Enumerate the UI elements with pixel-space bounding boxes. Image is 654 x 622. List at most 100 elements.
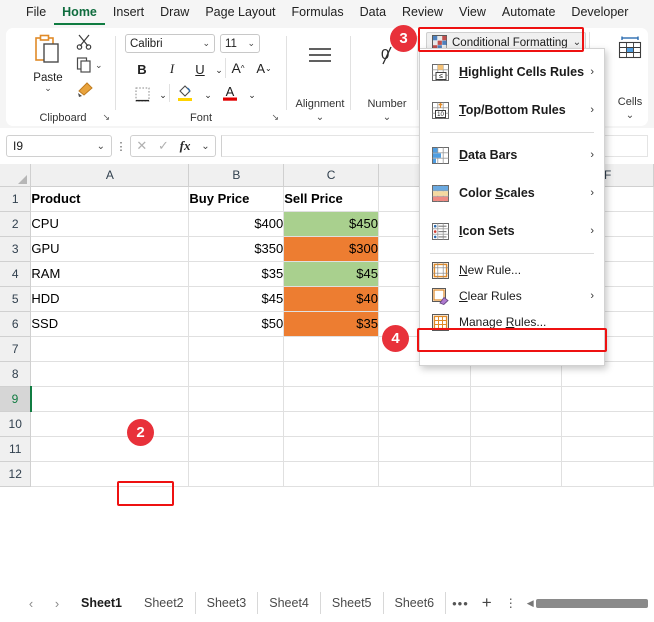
cf-menu-item-top-bottom-rules[interactable]: 10 Top/Bottom Rules › [420,91,604,129]
cell-B2[interactable]: $400 [188,211,285,237]
sheet-options-kebab-icon[interactable]: ⋮ [499,596,523,610]
font-dialog-launcher[interactable]: ↘ [271,112,279,123]
paste-chevron-down-icon[interactable]: ⌄ [26,84,70,93]
add-sheet-button[interactable]: + [475,594,499,611]
cell-D10[interactable] [378,411,471,437]
row-header-1[interactable]: 1 [0,186,32,212]
cell-A1[interactable]: Product [30,186,190,212]
row-header-12[interactable]: 12 [0,461,32,487]
formula-bar-kebab-icon[interactable]: ⋮ [112,140,130,153]
sheet-tab-sheet1[interactable]: Sheet1 [70,592,133,614]
row-header-4[interactable]: 4 [0,261,32,287]
cell-F9[interactable] [561,386,654,412]
cell-E10[interactable] [470,411,563,437]
column-header-A[interactable]: A [30,164,190,187]
cf-menu-item-new-rule[interactable]: New Rule... [420,257,604,283]
cell-C2[interactable]: $450 [283,211,379,237]
cell-B10[interactable] [188,411,285,437]
row-header-11[interactable]: 11 [0,436,32,462]
insert-function-icon[interactable]: fx [180,138,191,154]
cell-E11[interactable] [470,436,563,462]
sheet-prev-button[interactable]: ‹ [18,596,44,611]
cf-menu-item-manage-rules[interactable]: Manage Rules... [420,309,604,335]
cell-F11[interactable] [561,436,654,462]
ribbon-tab-review[interactable]: Review [394,1,451,25]
cell-F12[interactable] [561,461,654,487]
ribbon-tab-file[interactable]: File [18,1,54,25]
ribbon-tab-view[interactable]: View [451,1,494,25]
ribbon-group-alignment[interactable]: Alignment ⌄ [289,28,351,126]
cell-C6[interactable]: $35 [283,311,379,337]
fill-color-button[interactable] [176,83,194,101]
row-header-6[interactable]: 6 [0,311,32,337]
cell-B3[interactable]: $350 [188,236,285,262]
cell-A5[interactable]: HDD [30,286,190,312]
cell-C5[interactable]: $40 [283,286,379,312]
cell-B11[interactable] [188,436,285,462]
ribbon-tab-formulas[interactable]: Formulas [284,1,352,25]
cell-A12[interactable] [30,461,190,487]
cf-menu-item-clear-rules[interactable]: Clear Rules › [420,283,604,309]
alignment-chevron-down-icon[interactable]: ⌄ [289,112,351,123]
cell-D12[interactable] [378,461,471,487]
scrollbar-thumb[interactable] [535,598,648,608]
cell-C1[interactable]: Sell Price [283,186,379,212]
cell-F10[interactable] [561,411,654,437]
copy-button[interactable]: ⌄ [76,56,103,73]
row-header-3[interactable]: 3 [0,236,32,262]
cell-B4[interactable]: $35 [188,261,285,287]
sheet-tab-sheet2[interactable]: Sheet2 [133,592,196,614]
cell-A10[interactable] [30,411,190,437]
cell-E9[interactable] [470,386,563,412]
row-header-10[interactable]: 10 [0,411,32,437]
cell-A9[interactable] [30,386,190,412]
cell-C7[interactable] [283,336,379,362]
cell-C10[interactable] [283,411,379,437]
fill-color-chevron-down-icon[interactable]: ⌄ [199,86,217,104]
cell-C8[interactable] [283,361,379,387]
sheet-next-button[interactable]: › [44,596,70,611]
conditional-formatting-chevron-down-icon[interactable]: ⌄ [573,37,581,48]
cell-C4[interactable]: $45 [283,261,379,287]
cell-B6[interactable]: $50 [188,311,285,337]
cell-B8[interactable] [188,361,285,387]
bold-button[interactable]: B [133,60,151,78]
ribbon-tab-data[interactable]: Data [352,1,394,25]
name-box[interactable]: I9 ⌄ [6,135,112,157]
column-header-B[interactable]: B [188,164,285,187]
underline-button[interactable]: U [191,60,209,78]
number-chevron-down-icon[interactable]: ⌄ [356,112,418,123]
cell-B1[interactable]: Buy Price [188,186,285,212]
cell-A4[interactable]: RAM [30,261,190,287]
cell-D9[interactable] [378,386,471,412]
formula-chevron-down-icon[interactable]: ⌄ [201,141,209,152]
ribbon-tab-developer[interactable]: Developer [563,1,636,25]
chevron-down-icon[interactable]: ⌄ [97,141,105,152]
ribbon-tab-page-layout[interactable]: Page Layout [197,1,283,25]
cell-B12[interactable] [188,461,285,487]
clipboard-dialog-launcher[interactable]: ↘ [102,112,110,123]
cell-B9[interactable] [188,386,285,412]
font-color-button[interactable]: A [221,83,239,101]
ribbon-tab-insert[interactable]: Insert [105,1,152,25]
cell-B7[interactable] [188,336,285,362]
cf-menu-item-highlight-cells-rules[interactable]: ≤ Highlight Cells Rules › [420,53,604,91]
ribbon-tab-home[interactable]: Home [54,1,105,25]
ribbon-tab-automate[interactable]: Automate [494,1,564,25]
sheet-tab-sheet6[interactable]: Sheet6 [384,592,447,614]
increase-font-size-button[interactable]: A ^ [229,59,247,77]
cell-A11[interactable] [30,436,190,462]
row-header-2[interactable]: 2 [0,211,32,237]
format-painter-button[interactable] [76,80,95,102]
enter-icon[interactable]: ✓ [158,138,169,154]
select-all-corner[interactable] [0,164,32,187]
font-name-select[interactable]: Calibri ⌄ [125,34,215,53]
cell-A7[interactable] [30,336,190,362]
cell-A2[interactable]: CPU [30,211,190,237]
ribbon-tab-draw[interactable]: Draw [152,1,197,25]
cut-button[interactable] [76,33,93,55]
borders-button[interactable] [133,85,151,103]
cell-C3[interactable]: $300 [283,236,379,262]
cell-A3[interactable]: GPU [30,236,190,262]
copy-chevron-down-icon[interactable]: ⌄ [95,60,103,69]
